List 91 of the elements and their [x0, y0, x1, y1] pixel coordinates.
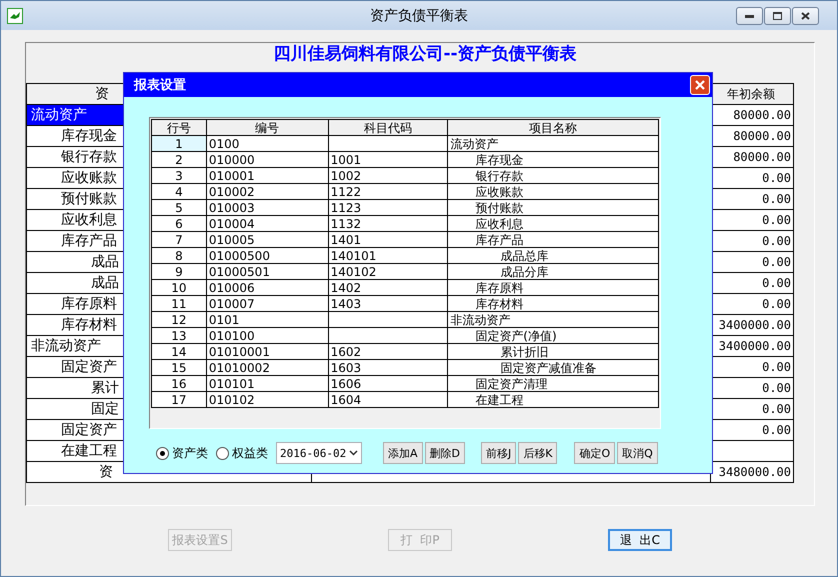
close-button[interactable]: [792, 6, 819, 24]
table-cell: 01000500: [206, 248, 328, 264]
dialog-button[interactable]: 删除D: [424, 442, 466, 464]
table-cell[interactable]: 11: [152, 296, 206, 312]
table-cell[interactable]: 13: [152, 328, 206, 344]
table-cell: 固定资产清理: [448, 376, 658, 392]
dialog-button[interactable]: 退 出C: [608, 529, 672, 551]
table-cell: 140102: [328, 264, 448, 280]
close-icon: [695, 80, 705, 90]
table-cell: 固定资产减值准备: [448, 360, 658, 376]
table-cell: 1132: [328, 216, 448, 232]
chevron-icon: [349, 450, 358, 456]
column-header: 项目名称: [448, 120, 658, 136]
table-cell: 1606: [328, 376, 448, 392]
table-cell: 预付账款: [448, 200, 658, 216]
table-cell: 成品分库: [448, 264, 658, 280]
close-icon: [801, 12, 810, 20]
column-header: 科目代码: [328, 120, 448, 136]
table-cell: 0101: [206, 312, 328, 328]
table-cell: 010003: [206, 200, 328, 216]
table-cell[interactable]: 17: [152, 392, 206, 408]
table-cell: 流动资产: [448, 136, 658, 152]
table-cell[interactable]: 16: [152, 376, 206, 392]
table-header: 年初余额: [710, 84, 794, 104]
table-cell: 01010002: [206, 360, 328, 376]
table-cell: 1402: [328, 280, 448, 296]
column-header: 行号: [152, 120, 206, 136]
table-cell: 140101: [328, 248, 448, 264]
table-cell: 库存原料: [448, 280, 658, 296]
table-cell: 成品总库: [448, 248, 658, 264]
table-cell: 01000501: [206, 264, 328, 280]
table-cell[interactable]: 14: [152, 344, 206, 360]
table-cell: 应收账款: [448, 184, 658, 200]
table-cell: 1001: [328, 152, 448, 168]
table-cell[interactable]: 3: [152, 168, 206, 184]
window-title: 资产负债平衡表: [370, 8, 468, 24]
table-cell[interactable]: 4: [152, 184, 206, 200]
column-header: 编号: [206, 120, 328, 136]
table-cell: 010001: [206, 168, 328, 184]
table-cell: 1122: [328, 184, 448, 200]
table-cell: 1603: [328, 360, 448, 376]
maximize-button[interactable]: [764, 6, 791, 24]
table-cell: 010000: [206, 152, 328, 168]
table-cell[interactable]: 7: [152, 232, 206, 248]
table-cell: 非流动资产: [448, 312, 658, 328]
table-cell: 010002: [206, 184, 328, 200]
table-cell: 应收利息: [448, 216, 658, 232]
table-cell[interactable]: 15: [152, 360, 206, 376]
table-cell[interactable]: 12: [152, 312, 206, 328]
table-cell: 1123: [328, 200, 448, 216]
table-cell[interactable]: 9: [152, 264, 206, 280]
table-cell: 1002: [328, 168, 448, 184]
app-icon: [7, 8, 23, 24]
table-cell: 010102: [206, 392, 328, 408]
maximize-icon: [773, 12, 782, 20]
table-cell[interactable]: 10: [152, 280, 206, 296]
table-cell: 1604: [328, 392, 448, 408]
table-cell: 010100: [206, 328, 328, 344]
dialog-button[interactable]: 确定O: [574, 442, 616, 464]
table-cell[interactable]: 8: [152, 248, 206, 264]
table-cell[interactable]: 2: [152, 152, 206, 168]
dialog-button[interactable]: 前移J: [481, 442, 516, 464]
table-cell: 010101: [206, 376, 328, 392]
table-cell: 固定资产(净值): [448, 328, 658, 344]
table-cell: 1602: [328, 344, 448, 360]
table-cell: 010006: [206, 280, 328, 296]
date-dropdown[interactable]: 2016-06-02: [276, 442, 362, 464]
table-cell: 01010001: [206, 344, 328, 360]
table-cell: 银行存款: [448, 168, 658, 184]
table-cell: 010005: [206, 232, 328, 248]
table-cell: 1401: [328, 232, 448, 248]
table-cell: 库存材料: [448, 296, 658, 312]
table-cell: 1403: [328, 296, 448, 312]
radio-button[interactable]: 权益类: [216, 444, 268, 462]
table-cell[interactable]: 6: [152, 216, 206, 232]
minimize-icon: [745, 14, 754, 18]
dialog-button[interactable]: 取消Q: [617, 442, 658, 464]
table-cell: 累计折旧: [448, 344, 658, 360]
table-cell: 0100: [206, 136, 328, 152]
table-cell[interactable]: 1: [152, 136, 206, 152]
table-cell: 010004: [206, 216, 328, 232]
table-cell: 在建工程: [448, 392, 658, 408]
table-cell: 库存产品: [448, 232, 658, 248]
radio-button[interactable]: 资产类: [156, 444, 208, 462]
minimize-button[interactable]: [736, 6, 763, 24]
table-cell: 库存现金: [448, 152, 658, 168]
report-title: 四川佳易饲料有限公司--资产负债平衡表: [273, 44, 577, 64]
dialog-button[interactable]: 后移K: [518, 442, 558, 464]
dialog-button[interactable]: 添加A: [383, 442, 423, 464]
table-cell[interactable]: 5: [152, 200, 206, 216]
table-cell: 010007: [206, 296, 328, 312]
